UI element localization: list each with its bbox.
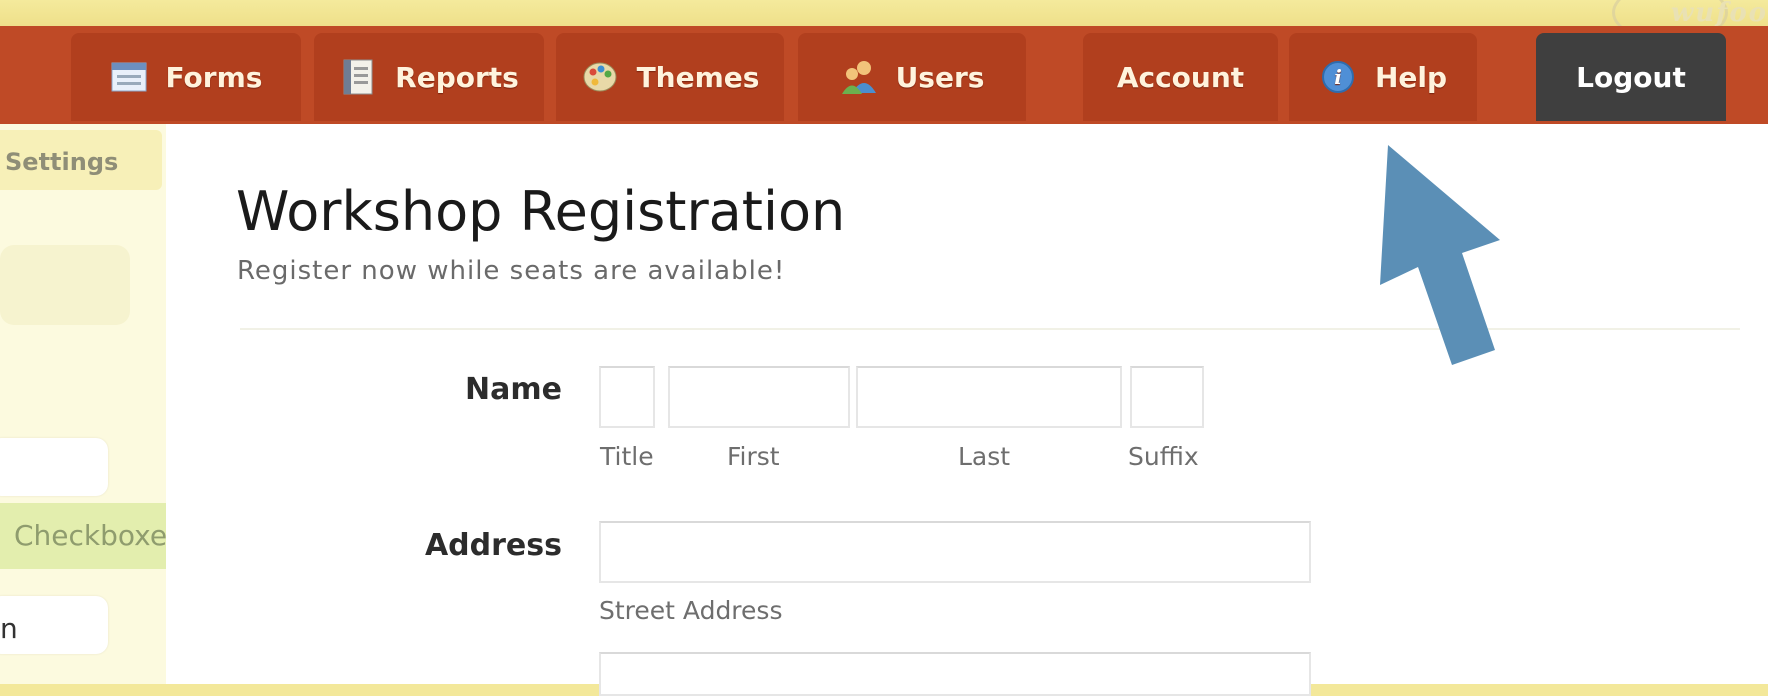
sublabel-suffix: Suffix — [1128, 442, 1199, 471]
address-label: Address — [424, 528, 562, 563]
logo-text: wufoo — [1670, 0, 1768, 28]
settings-label: Settings — [5, 148, 119, 176]
tab-themes-label: Themes — [636, 60, 760, 94]
tab-reports[interactable]: Reports — [314, 33, 544, 121]
tab-themes[interactable]: Themes — [556, 33, 784, 121]
form-title: Workshop Registration — [236, 180, 846, 243]
name-label: Name — [465, 372, 562, 407]
tab-users[interactable]: Users — [798, 33, 1026, 121]
name-suffix-input[interactable] — [1130, 366, 1204, 428]
tab-account[interactable]: Account — [1083, 33, 1278, 121]
tab-reports-label: Reports — [395, 60, 519, 94]
tab-forms-label: Forms — [165, 60, 263, 94]
tab-users-label: Users — [895, 60, 985, 94]
name-last-input[interactable] — [856, 366, 1122, 428]
name-title-input[interactable] — [599, 366, 655, 428]
name-first-input[interactable] — [668, 366, 850, 428]
top-strip — [0, 0, 1768, 26]
sublabel-first: First — [727, 442, 780, 471]
sublabel-last: Last — [958, 442, 1011, 471]
reports-icon — [339, 59, 377, 95]
logout-button[interactable]: Logout — [1536, 33, 1726, 121]
sublabel-title: Title — [600, 442, 654, 471]
forms-icon — [110, 60, 148, 94]
sidebar-panel — [0, 245, 130, 325]
tab-help-label: Help — [1374, 60, 1448, 94]
checkboxes-label: Checkboxes — [14, 519, 182, 552]
sublabel-street-address: Street Address — [599, 596, 783, 625]
sidebar-cut-text: n — [0, 612, 18, 645]
sidebar-field-button[interactable] — [0, 438, 108, 496]
users-icon — [840, 60, 878, 94]
svg-text:i: i — [1334, 65, 1342, 89]
form-description: Register now while seats are available! — [237, 256, 786, 286]
street-address-input[interactable] — [599, 521, 1311, 583]
tab-forms[interactable]: Forms — [71, 33, 301, 121]
pointer-arrow-icon — [1380, 145, 1500, 365]
tab-help[interactable]: i Help — [1289, 33, 1477, 121]
address-line2-input[interactable] — [599, 652, 1311, 696]
help-icon: i — [1319, 60, 1357, 94]
divider — [240, 328, 1740, 330]
logout-label: Logout — [1576, 60, 1686, 94]
tab-account-label: Account — [1116, 60, 1245, 94]
themes-icon — [581, 60, 619, 94]
